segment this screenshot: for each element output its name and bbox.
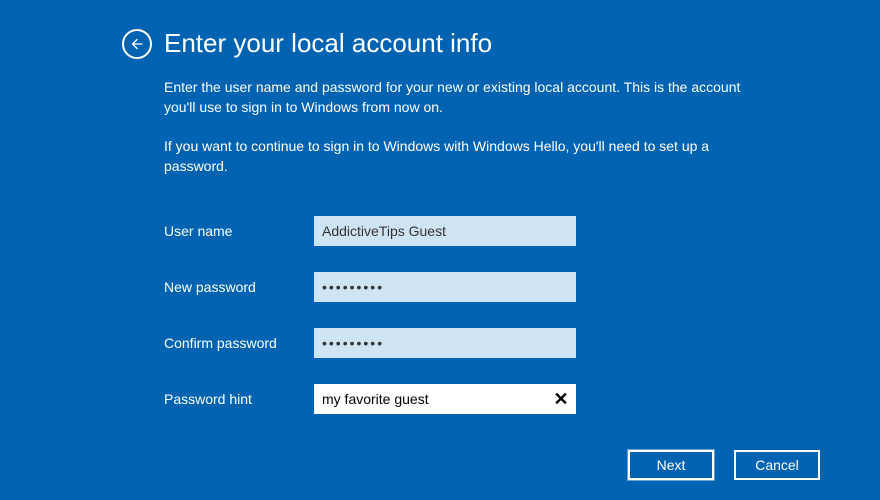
clear-hint-button[interactable]: ✕ xyxy=(550,388,572,410)
confirm-password-label: Confirm password xyxy=(164,335,314,351)
page-title: Enter your local account info xyxy=(164,28,492,59)
username-input[interactable] xyxy=(314,216,576,246)
local-account-form: User name New password Confirm password … xyxy=(164,216,880,414)
username-label: User name xyxy=(164,223,314,239)
close-icon: ✕ xyxy=(553,389,568,410)
new-password-input[interactable] xyxy=(314,272,576,302)
intro-paragraph-1: Enter the user name and password for you… xyxy=(164,77,774,118)
password-hint-input[interactable] xyxy=(314,384,576,414)
confirm-password-input[interactable] xyxy=(314,328,576,358)
intro-paragraph-2: If you want to continue to sign in to Wi… xyxy=(164,136,774,177)
password-hint-label: Password hint xyxy=(164,391,314,407)
back-button[interactable] xyxy=(122,29,152,59)
new-password-label: New password xyxy=(164,279,314,295)
cancel-button[interactable]: Cancel xyxy=(734,450,820,480)
next-button[interactable]: Next xyxy=(628,450,714,480)
back-arrow-icon xyxy=(129,36,145,52)
